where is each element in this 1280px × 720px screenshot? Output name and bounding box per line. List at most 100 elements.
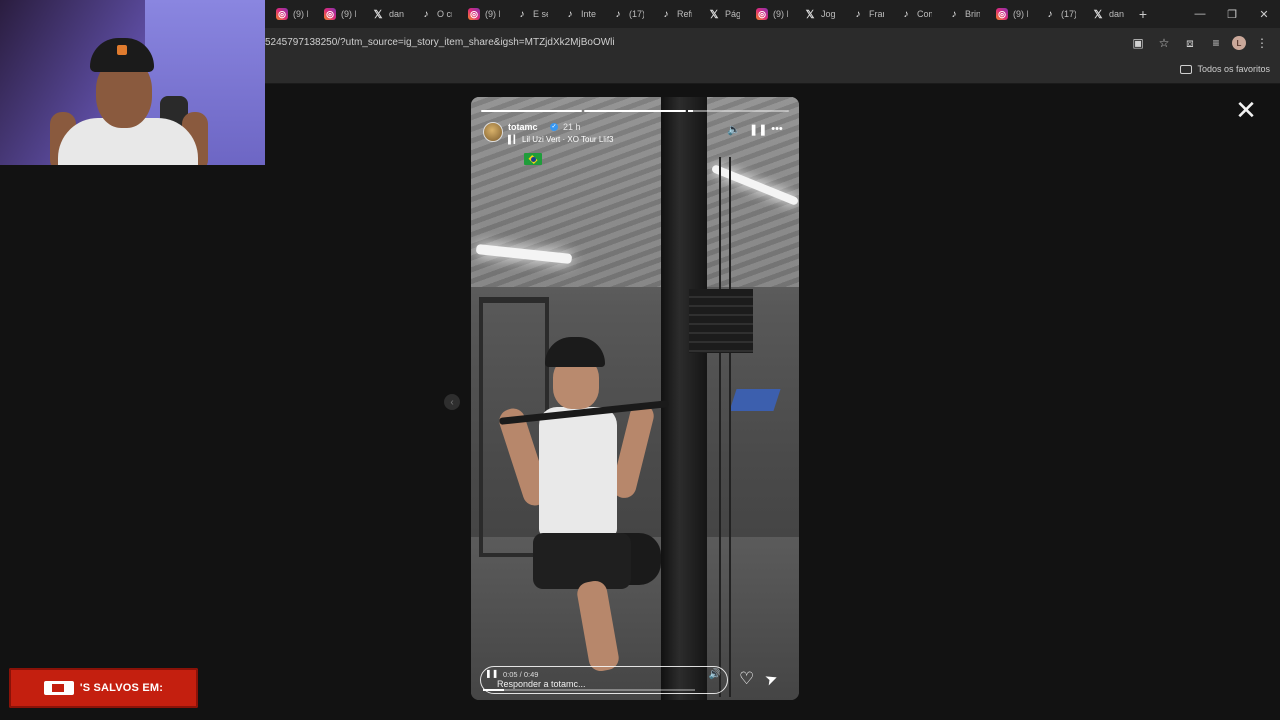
browser-tab[interactable]: ♪ (17) <box>604 0 652 28</box>
browser-tab[interactable]: ♪ E se <box>508 0 556 28</box>
tab-label: Com <box>917 9 932 19</box>
browser-tab[interactable]: 𝕏danc <box>364 0 412 28</box>
x-icon: 𝕏 <box>373 8 383 21</box>
saved-banner-text: 'S SALVOS EM: <box>79 682 164 694</box>
tab-label: (17) <box>1061 9 1076 19</box>
user-avatar[interactable] <box>483 122 503 142</box>
flag-globe <box>530 156 536 162</box>
all-bookmarks-label: Todos os favoritos <box>1197 64 1270 74</box>
tab-label: danc <box>1109 9 1124 19</box>
tab-label: (9) I <box>485 9 500 19</box>
tab-label: (9) I <box>341 9 356 19</box>
tab-label: danc <box>389 9 404 19</box>
close-window-icon[interactable]: ✕ <box>1248 0 1280 28</box>
instagram-icon: ◎ <box>468 8 480 20</box>
tab-label: (9) I <box>1013 9 1028 19</box>
install-app-icon[interactable]: ▣ <box>1128 33 1148 53</box>
story-time: 21 h <box>563 122 581 132</box>
story-controls: 🔈 ❚❚ ••• <box>727 123 783 136</box>
cap-logo <box>117 45 127 55</box>
previous-story-button[interactable]: ‹ <box>444 394 460 410</box>
browser-tab[interactable]: ◎ (9) I <box>268 0 316 28</box>
weight-stack <box>689 289 753 353</box>
reply-placeholder: Responder a totamc... <box>497 679 586 689</box>
browser-tab[interactable]: ◎ (9) I <box>748 0 796 28</box>
browser-tab[interactable]: ♪ Brin <box>940 0 988 28</box>
music-bars-icon: ▌▎ <box>508 135 523 144</box>
pause-icon[interactable]: ❚❚ <box>749 123 767 136</box>
browser-tab[interactable]: ♪ Refr <box>652 0 700 28</box>
machine-cable <box>729 157 731 697</box>
tab-label: (17) <box>629 9 644 19</box>
browser-tab[interactable]: 𝕏 Jogu <box>796 0 844 28</box>
progress-fill <box>687 110 693 112</box>
progress-segment <box>687 110 789 112</box>
video-pause-icon[interactable]: ❚❚ <box>485 669 498 678</box>
browser-tab[interactable]: ◎ (9) I <box>316 0 364 28</box>
banner-icon <box>43 681 74 695</box>
tab-label: Pági <box>725 9 740 19</box>
browser-tab[interactable]: ♪ Inter <box>556 0 604 28</box>
video-progress-fill <box>483 689 505 691</box>
browser-tab[interactable]: ◎ (9) I <box>988 0 1036 28</box>
video-time: 0:05 / 0:49 <box>503 670 539 679</box>
extensions-icon[interactable]: ⧈ <box>1180 33 1200 53</box>
all-bookmarks[interactable]: Todos os favoritos <box>1180 64 1270 74</box>
story-card[interactable]: totamc ✓ 21 h ▌▎ Lil Uzi Vert · XO Tour … <box>471 97 799 700</box>
close-story-icon[interactable]: ✕ <box>1234 97 1258 123</box>
tab-label: E se <box>533 9 548 19</box>
saved-banner: 'S SALVOS EM: <box>9 668 198 708</box>
tab-label: Inter <box>581 9 596 19</box>
url-field[interactable]: 5245797138250/?utm_source=ig_story_item_… <box>265 37 615 48</box>
progress-segment <box>481 110 583 112</box>
tiktok-icon: ♪ <box>519 8 525 20</box>
tiktok-icon: ♪ <box>663 8 669 20</box>
machine-cable <box>719 157 721 697</box>
menu-kebab-icon[interactable]: ⋮ <box>1252 33 1272 53</box>
story-video[interactable] <box>471 97 799 700</box>
athlete-figure <box>496 337 657 673</box>
tiktok-icon: ♪ <box>1047 8 1053 20</box>
browser-tab[interactable]: ♪ Fran <box>844 0 892 28</box>
bookmark-star-icon[interactable]: ☆ <box>1154 33 1174 53</box>
browser-tab[interactable]: ♪ O cri <box>412 0 460 28</box>
tiktok-icon: ♪ <box>903 8 909 20</box>
browser-tab[interactable]: ♪ Com <box>892 0 940 28</box>
instagram-icon: ◎ <box>756 8 768 20</box>
new-tab-button[interactable]: + <box>1132 0 1154 28</box>
screen: ◎ (9) I ◎ (9) I 𝕏danc ♪ O cri ◎ (9) I ♪ E se ♪ Inter… <box>0 0 1280 720</box>
folder-icon <box>1180 64 1193 74</box>
video-progress-bar[interactable] <box>483 689 695 691</box>
tab-strip: ◎ (9) I ◎ (9) I 𝕏danc ♪ O cri ◎ (9) I ♪ E se ♪ Inter… <box>268 0 1132 28</box>
window-controls: — ❐ ✕ <box>1184 0 1280 28</box>
minimize-icon[interactable]: — <box>1184 0 1216 28</box>
tab-label: (9) I <box>773 9 788 19</box>
video-volume-icon[interactable]: 🔊 <box>709 669 721 680</box>
verified-badge-icon: ✓ <box>550 123 558 131</box>
more-options-icon[interactable]: ••• <box>771 123 783 136</box>
profile-avatar[interactable]: L <box>1232 36 1246 50</box>
browser-tab[interactable]: ♪ (17) <box>1036 0 1084 28</box>
music-label: Lil Uzi Vert · XO Tour Llif3 <box>522 135 614 144</box>
like-heart-icon[interactable]: ♡ <box>739 669 754 689</box>
cap <box>545 337 605 367</box>
reply-field[interactable]: ❚❚ 0:05 / 0:49 Responder a totamc... 🔊 <box>480 666 728 694</box>
x-icon: 𝕏 <box>805 8 815 21</box>
progress-segment <box>584 110 686 112</box>
x-icon: 𝕏 <box>709 8 719 21</box>
tank-top <box>539 407 617 537</box>
media-control-icon[interactable]: ≡ <box>1206 33 1226 53</box>
restore-icon[interactable]: ❐ <box>1216 0 1248 28</box>
browser-tab[interactable]: ◎ (9) I <box>460 0 508 28</box>
browser-tab[interactable]: 𝕏danc <box>1084 0 1132 28</box>
story-username[interactable]: totamc <box>508 122 538 132</box>
gym-bench <box>729 389 781 411</box>
gym-pillar <box>661 97 707 700</box>
volume-icon[interactable]: 🔈 <box>727 123 741 136</box>
tiktok-icon: ♪ <box>423 8 429 20</box>
tab-label: Fran <box>869 9 884 19</box>
tiktok-icon: ♪ <box>951 8 957 20</box>
story-music[interactable]: ▌▎ Lil Uzi Vert · XO Tour Llif3 <box>508 135 614 144</box>
browser-tab[interactable]: 𝕏 Pági <box>700 0 748 28</box>
instagram-icon: ◎ <box>324 8 336 20</box>
